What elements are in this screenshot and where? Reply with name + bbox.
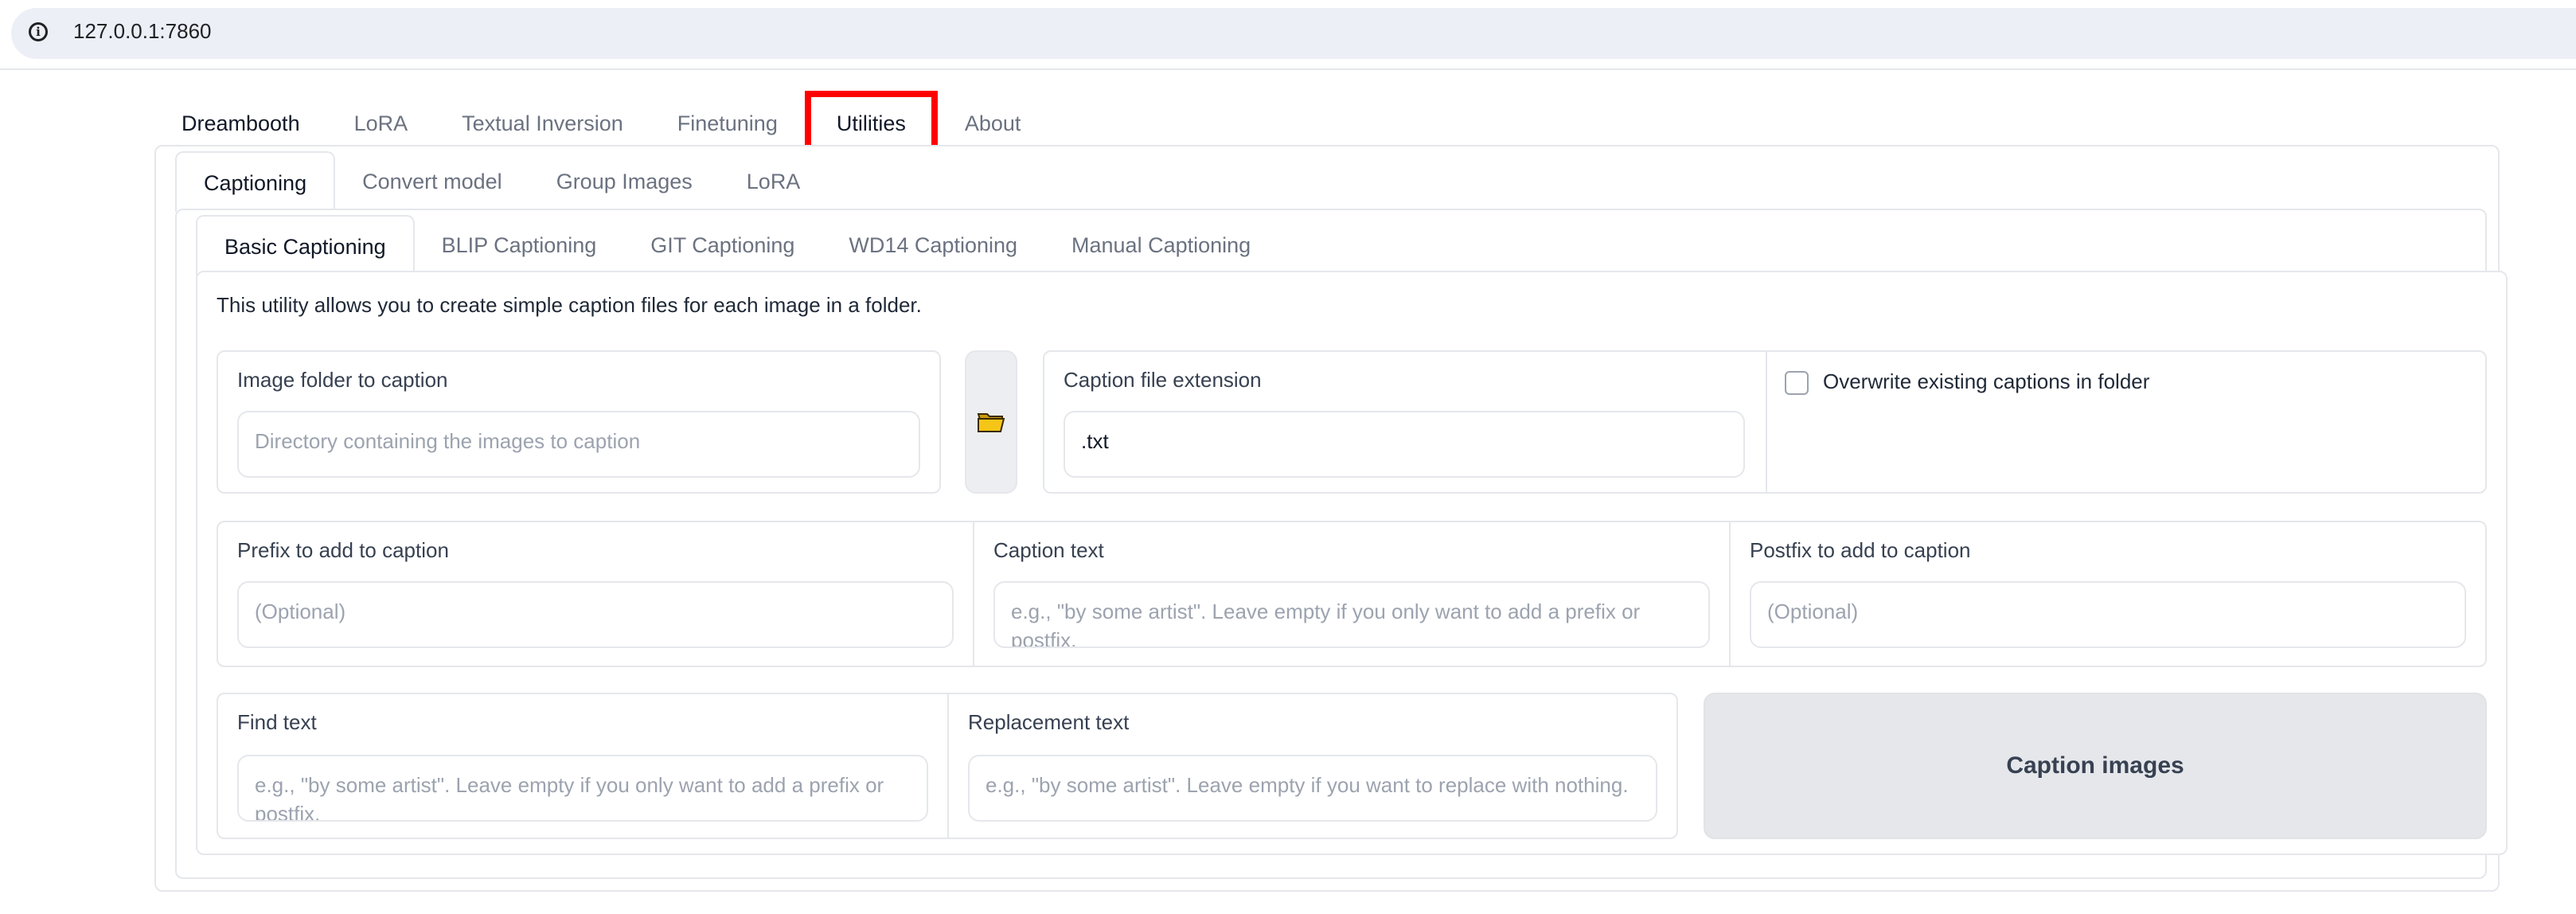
replacement-text-label: Replacement text [968,710,1130,734]
folder-button[interactable] [965,350,1017,494]
find-text-input[interactable]: e.g., "by some artist". Leave empty if y… [237,755,928,822]
replacement-text-input[interactable]: e.g., "by some artist". Leave empty if y… [968,755,1657,822]
group-divider [1729,522,1731,666]
prefix-input[interactable]: (Optional) [237,581,954,648]
extension-input[interactable]: .txt [1064,411,1745,478]
tab-manual-captioning[interactable]: Manual Captioning [1044,215,1278,275]
image-folder-label: Image folder to caption [237,368,448,392]
caption-text-label: Caption text [993,538,1104,562]
caption-images-button[interactable]: Caption images [1704,693,2487,839]
url-text[interactable]: 127.0.0.1:7860 [73,19,212,44]
tab-convert-model[interactable]: Convert model [335,151,529,212]
description-text: This utility allows you to create simple… [217,293,922,317]
prefix-label: Prefix to add to caption [237,538,449,562]
tab-blip-captioning[interactable]: BLIP Captioning [415,215,624,275]
postfix-label: Postfix to add to caption [1750,538,1971,562]
caption-text-input[interactable]: e.g., "by some artist". Leave empty if y… [993,581,1710,648]
image-folder-input[interactable]: Directory containing the images to capti… [237,411,920,478]
tab-group-images[interactable]: Group Images [529,151,720,212]
group-divider [1766,352,1767,492]
folder-icon [977,413,1005,432]
tab-basic-captioning[interactable]: Basic Captioning [196,215,415,275]
tab-captioning[interactable]: Captioning [175,151,336,212]
extension-label: Caption file extension [1064,368,1262,392]
captioning-tab-bar: Basic Captioning BLIP Captioning GIT Cap… [196,215,1278,275]
overwrite-label: Overwrite existing captions in folder [1823,369,2150,393]
group-divider [973,522,974,666]
group-divider [947,694,949,838]
address-bar[interactable]: i 127.0.0.1:7860 [11,8,2576,59]
find-text-label: Find text [237,710,317,734]
postfix-input[interactable]: (Optional) [1750,581,2466,648]
utilities-tab-bar: Captioning Convert model Group Images Lo… [175,151,827,212]
tab-utility-lora[interactable]: LoRA [720,151,828,212]
tab-wd14-captioning[interactable]: WD14 Captioning [822,215,1044,275]
tab-git-captioning[interactable]: GIT Captioning [623,215,822,275]
toolbar-divider [0,68,2576,70]
info-icon[interactable]: i [29,22,48,41]
overwrite-checkbox[interactable] [1785,371,1809,395]
